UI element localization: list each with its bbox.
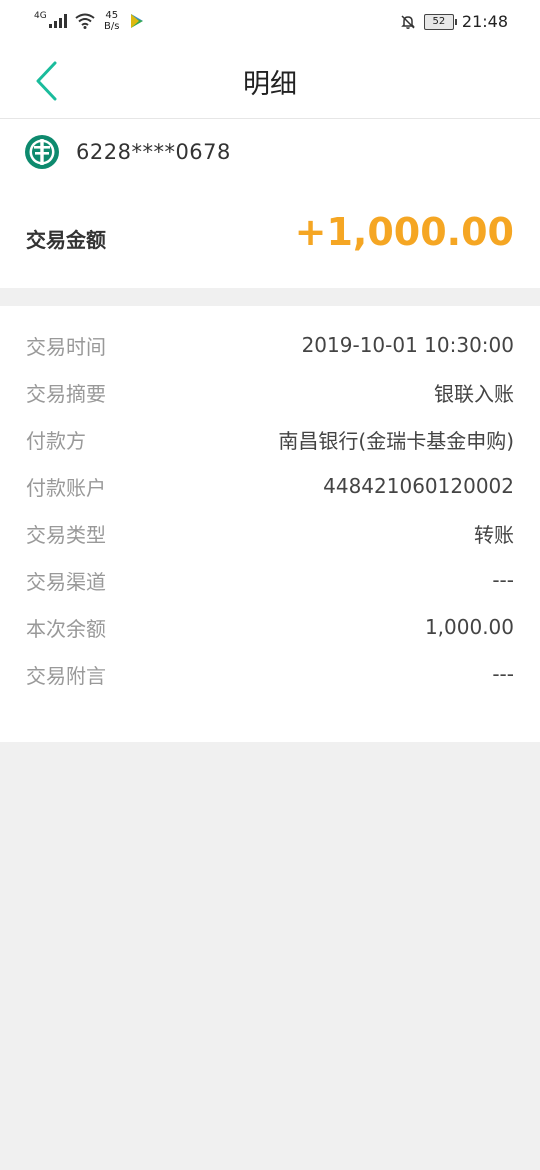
detail-row-payer: 付款方 南昌银行(金瑞卡基金申购) bbox=[26, 424, 514, 454]
clock: 21:48 bbox=[461, 12, 508, 31]
signal-icon bbox=[48, 14, 67, 28]
detail-value: --- bbox=[492, 568, 514, 592]
detail-row-type: 交易类型 转账 bbox=[26, 518, 514, 548]
detail-label: 本次余额 bbox=[26, 616, 106, 641]
detail-row-time: 交易时间 2019-10-01 10:30:00 bbox=[26, 330, 514, 360]
status-bar: 4G 45 B/s 52 21:48 bbox=[0, 0, 540, 44]
detail-label: 交易附言 bbox=[26, 663, 106, 688]
detail-row-summary: 交易摘要 银联入账 bbox=[26, 377, 514, 407]
network-type: 4G bbox=[34, 10, 47, 21]
bank-logo-icon bbox=[25, 135, 59, 169]
status-left: 4G 45 B/s bbox=[34, 10, 145, 32]
detail-value: 银联入账 bbox=[434, 381, 514, 406]
detail-value: --- bbox=[492, 662, 514, 686]
detail-value: 南昌银行(金瑞卡基金申购) bbox=[278, 428, 514, 453]
detail-row-payer-account: 付款账户 448421060120002 bbox=[26, 471, 514, 501]
nav-bar: 明细 bbox=[0, 44, 540, 118]
detail-value: 转账 bbox=[474, 522, 514, 547]
detail-label: 交易类型 bbox=[26, 522, 106, 547]
battery-icon: 52 bbox=[423, 13, 457, 30]
detail-value: 448421060120002 bbox=[323, 474, 514, 498]
amount-label: 交易金额 bbox=[26, 228, 106, 252]
play-store-icon bbox=[130, 14, 143, 28]
detail-label: 交易摘要 bbox=[26, 381, 106, 406]
detail-value: 1,000.00 bbox=[424, 615, 514, 639]
detail-row-balance: 本次余额 1,000.00 bbox=[26, 612, 514, 642]
speed-value: 45 bbox=[105, 10, 119, 21]
card-info: 6228****0678 bbox=[24, 134, 231, 170]
status-right: 52 21:48 bbox=[400, 12, 508, 31]
detail-label: 付款方 bbox=[26, 428, 86, 453]
nav-divider bbox=[0, 118, 540, 119]
network-speed: 45 B/s bbox=[101, 10, 123, 32]
detail-row-note: 交易附言 --- bbox=[26, 659, 514, 689]
detail-label: 交易渠道 bbox=[26, 569, 106, 594]
speed-unit: B/s bbox=[103, 21, 120, 32]
detail-row-channel: 交易渠道 --- bbox=[26, 565, 514, 595]
page-title: 明细 bbox=[243, 69, 297, 100]
detail-value: 2019-10-01 10:30:00 bbox=[301, 333, 514, 357]
detail-label: 交易时间 bbox=[26, 334, 106, 359]
card-number: 6228****0678 bbox=[76, 140, 231, 164]
bell-off-icon bbox=[401, 14, 415, 29]
amount-value: +1,000.00 bbox=[294, 210, 514, 254]
detail-label: 付款账户 bbox=[26, 475, 106, 500]
transaction-details: 交易时间 2019-10-01 10:30:00 交易摘要 银联入账 付款方 南… bbox=[0, 306, 540, 742]
wifi-icon bbox=[75, 13, 95, 29]
